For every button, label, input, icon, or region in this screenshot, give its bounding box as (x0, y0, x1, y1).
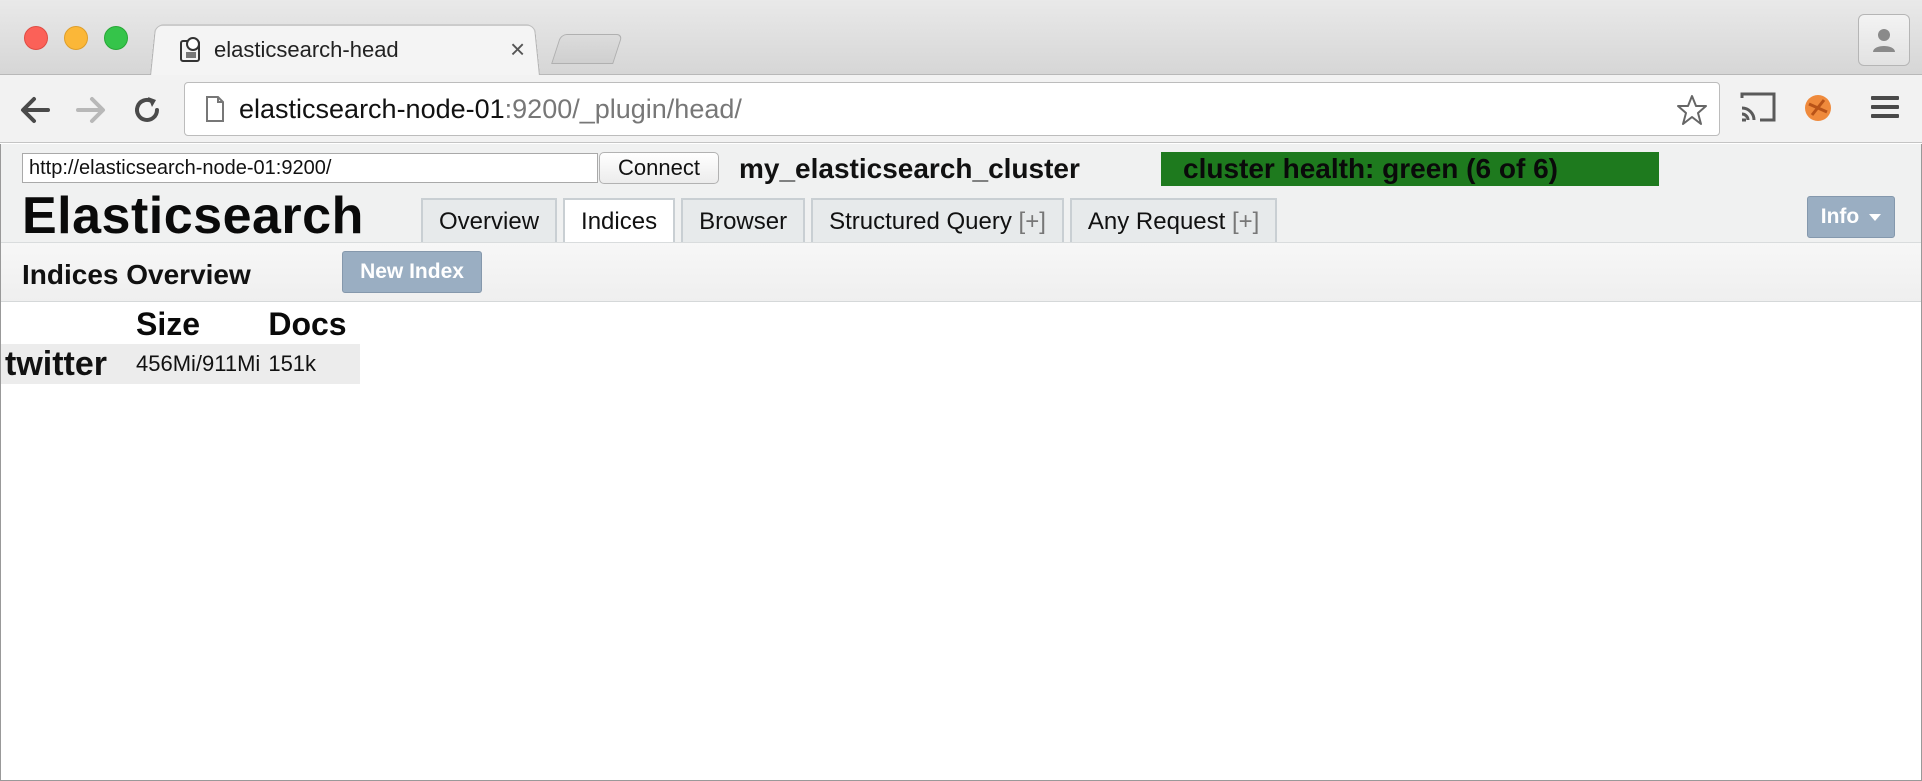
forward-button[interactable] (72, 91, 110, 129)
profile-button[interactable] (1858, 14, 1910, 66)
browser-tab-title: elasticsearch-head (214, 37, 399, 62)
address-text[interactable]: elasticsearch-node-01:9200/_plugin/head/ (239, 94, 742, 125)
browser-tab-content[interactable]: elasticsearch-head (178, 30, 399, 70)
index-name[interactable]: twitter (1, 344, 132, 384)
tab-label: Structured Query (829, 208, 1019, 235)
back-arrow-icon (21, 97, 50, 123)
info-dropdown-button[interactable]: Info (1807, 196, 1895, 238)
indices-table: Size Docs twitter 456Mi/911Mi 151k (1, 304, 361, 384)
url-host: elasticsearch-node-01 (239, 94, 505, 124)
window-minimize-button[interactable] (64, 26, 88, 50)
connect-button[interactable]: Connect (599, 152, 719, 184)
size-column-header: Size (136, 305, 201, 342)
app-title: Elasticsearch (22, 187, 364, 245)
table-header-row: Size Docs (1, 304, 360, 344)
address-bar[interactable]: elasticsearch-node-01:9200/_plugin/head/ (184, 82, 1720, 136)
indices-overview-title: Indices Overview (22, 259, 251, 290)
tab-add-suffix: [+] (1018, 208, 1046, 235)
new-index-button[interactable]: New Index (342, 251, 482, 293)
back-button[interactable] (16, 91, 54, 129)
tab-any-request[interactable]: Any Request [+] (1069, 198, 1278, 242)
browser-tabstrip: elasticsearch-head × (0, 0, 1922, 77)
main-nav-tabs: Overview Indices Browser Structured Quer… (421, 198, 1283, 243)
tab-label: Any Request (1087, 208, 1232, 235)
tab-label: Indices (581, 208, 658, 235)
forward-arrow-icon (76, 97, 105, 123)
elasticsearch-head-favicon-icon (180, 37, 200, 62)
tab-close-icon[interactable]: × (510, 34, 525, 64)
caret-down-icon (1869, 213, 1882, 221)
tab-label: Overview (439, 208, 540, 235)
docs-column-header: Docs (268, 305, 347, 342)
info-label: Info (1820, 205, 1860, 228)
tab-indices[interactable]: Indices (563, 198, 676, 243)
es-header: Connect my_elasticsearch_cluster cluster… (1, 144, 1921, 245)
reload-button[interactable] (128, 91, 166, 129)
browser-toolbar: elasticsearch-node-01:9200/_plugin/head/ (0, 75, 1922, 143)
window-zoom-button[interactable] (104, 26, 128, 50)
index-size: 456Mi/911Mi (132, 344, 265, 384)
extension-icon[interactable] (1800, 90, 1836, 126)
page-icon (206, 96, 224, 122)
index-docs: 151k (264, 344, 361, 384)
page-content: Connect my_elasticsearch_cluster cluster… (0, 144, 1922, 781)
tab-label: Browser (699, 208, 788, 235)
url-path: :9200/_plugin/head/ (504, 94, 742, 124)
cluster-health-badge: cluster health: green (6 of 6) (1161, 152, 1659, 186)
reload-icon (135, 97, 159, 122)
tab-browser[interactable]: Browser (681, 198, 806, 242)
indices-toolbar: Indices Overview New Index (1, 242, 1921, 302)
tab-structured-query[interactable]: Structured Query [+] (811, 198, 1064, 242)
cluster-url-input[interactable] (22, 153, 598, 183)
person-icon (1873, 29, 1895, 52)
tab-add-suffix: [+] (1231, 208, 1260, 235)
tab-overview[interactable]: Overview (421, 198, 558, 242)
table-row[interactable]: twitter 456Mi/911Mi 151k (1, 344, 361, 384)
index-name-header (1, 304, 132, 344)
cluster-name: my_elasticsearch_cluster (739, 153, 1080, 184)
bookmark-star-icon[interactable] (1675, 93, 1709, 127)
cast-icon[interactable] (1738, 90, 1778, 126)
menu-icon[interactable] (1868, 90, 1902, 124)
new-tab-button[interactable] (551, 34, 623, 64)
window-close-button[interactable] (24, 26, 48, 50)
